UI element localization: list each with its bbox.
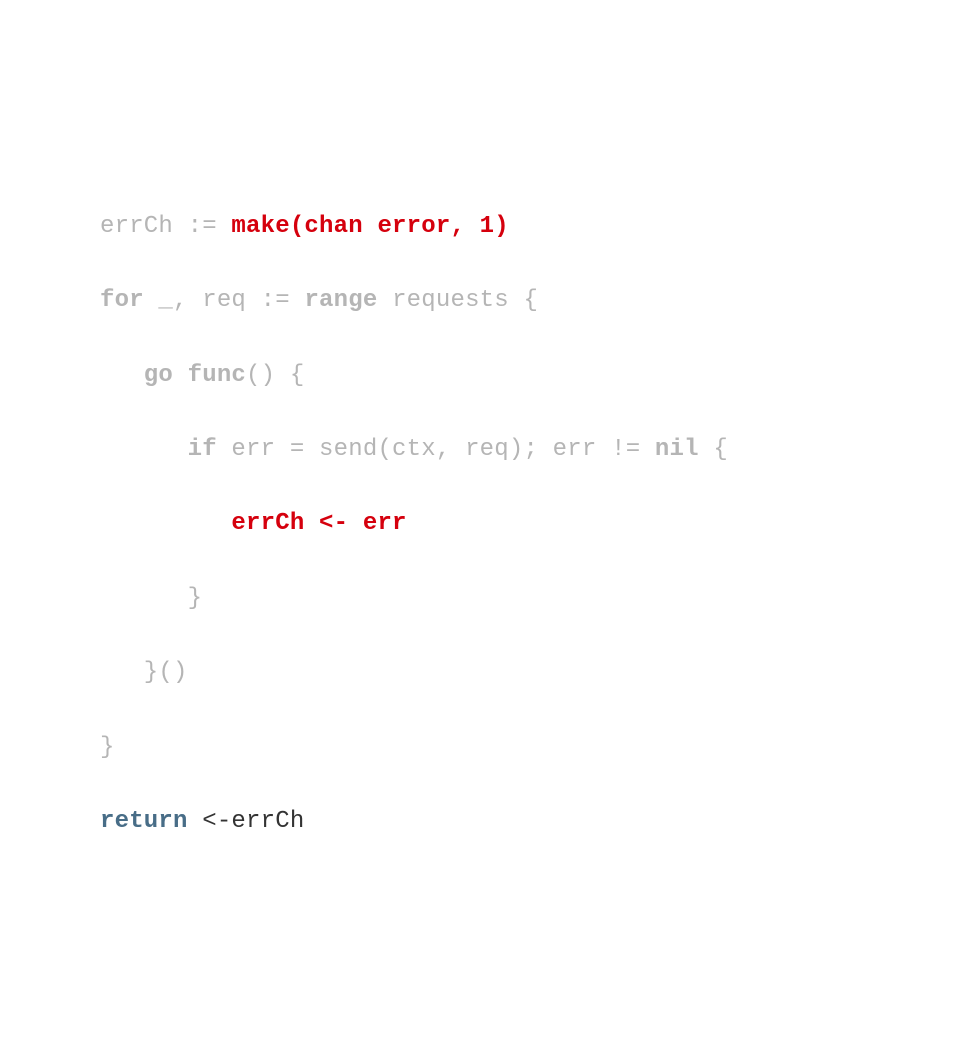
- code-line-5: errCh <- err: [100, 505, 960, 542]
- code-keyword: nil: [655, 436, 699, 463]
- code-text: _, req :=: [144, 287, 305, 314]
- code-text: requests {: [377, 287, 538, 314]
- code-text: errCh :=: [100, 213, 231, 240]
- code-block: errCh := make(chan error, 1) for _, req …: [100, 171, 960, 878]
- code-text: }: [100, 734, 115, 761]
- code-text: {: [699, 436, 728, 463]
- code-text: () {: [246, 362, 304, 389]
- code-keyword: range: [304, 287, 377, 314]
- code-line-9: return <-errCh: [100, 803, 960, 840]
- code-line-4: if err = send(ctx, req); err != nil {: [100, 431, 960, 468]
- code-line-7: }(): [100, 654, 960, 691]
- code-text: }(): [100, 659, 188, 686]
- code-line-3: go func() {: [100, 357, 960, 394]
- code-line-2: for _, req := range requests {: [100, 282, 960, 319]
- code-keyword: go func: [100, 362, 246, 389]
- code-text: }: [100, 585, 202, 612]
- code-keyword: for: [100, 287, 144, 314]
- code-keyword: if: [100, 436, 217, 463]
- code-line-1: errCh := make(chan error, 1): [100, 208, 960, 245]
- code-text: err = send(ctx, req); err !=: [217, 436, 655, 463]
- code-text: <-errCh: [188, 808, 305, 835]
- code-line-6: }: [100, 580, 960, 617]
- code-highlight: make(chan error, 1): [231, 213, 508, 240]
- code-highlight: errCh <- err: [100, 510, 407, 537]
- code-line-8: }: [100, 729, 960, 766]
- code-keyword: return: [100, 808, 188, 835]
